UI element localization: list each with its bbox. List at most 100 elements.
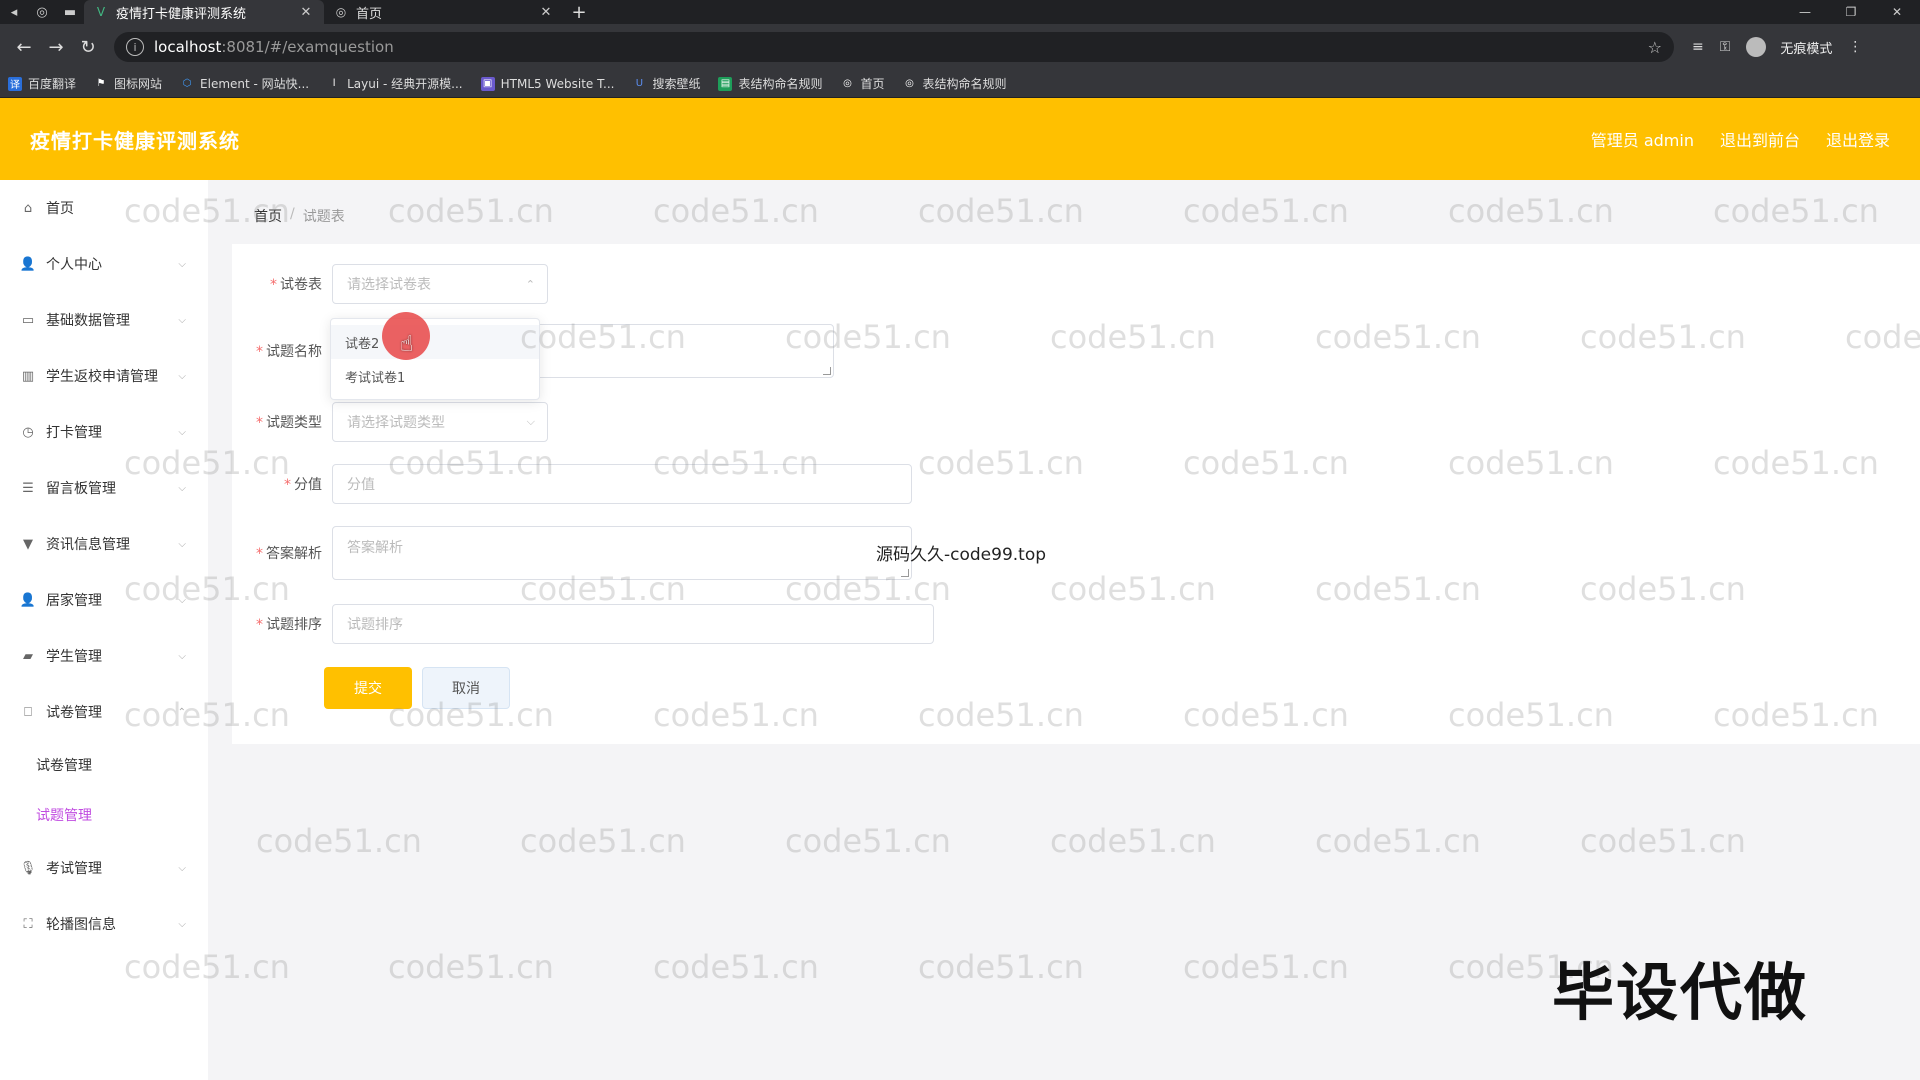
database-icon: ▭	[21, 312, 35, 328]
order-input[interactable]: 试题排序	[332, 604, 934, 644]
watermark-text: code51.cn	[256, 822, 422, 860]
bookmark-item[interactable]: ▣ HTML5 Website T...	[480, 76, 614, 91]
menu-icon[interactable]: ⋮	[1848, 39, 1862, 55]
field-label: * 试题名称	[256, 344, 322, 360]
bookmark-item[interactable]: ▤ 表结构命名规则	[718, 75, 822, 92]
watermark-text: code51.cn	[653, 948, 819, 986]
incognito-label: 无痕模式	[1780, 41, 1833, 57]
url-path: :8081/#/examquestion	[221, 38, 394, 56]
close-tab-icon[interactable]: ✕	[538, 5, 554, 20]
watermark-text: code51.cn	[1448, 192, 1614, 230]
sidebar-item-papers[interactable]: ⎕ 试卷管理 ⌃	[0, 684, 208, 740]
chevron-down-icon: ⌵	[178, 426, 186, 438]
mute-icon[interactable]: ◂	[0, 0, 28, 24]
reading-list-icon[interactable]: ≡	[1692, 39, 1704, 55]
home-icon: ⌂	[23, 200, 33, 216]
sidebar-item-return-apply[interactable]: ▥ 学生返校申请管理 ⌵	[0, 348, 208, 404]
sidebar-item-home[interactable]: ⌂ 首页	[0, 180, 208, 236]
reload-icon[interactable]: ↻	[72, 31, 104, 63]
breadcrumb: 首页 / 试题表	[254, 206, 345, 226]
sidebar-item-news[interactable]: ▼ 资讯信息管理 ⌵	[0, 516, 208, 572]
restore-icon[interactable]: ❐	[1828, 0, 1874, 24]
globe-icon[interactable]: ◎	[28, 0, 56, 24]
paper-icon: ⎕	[24, 704, 32, 720]
close-window-icon[interactable]: ✕	[1874, 0, 1920, 24]
browser-tab-active[interactable]: V 疫情打卡健康评测系统 ✕	[84, 0, 324, 24]
image-icon: ⛶	[23, 916, 33, 932]
to-front-link[interactable]: 退出到前台	[1720, 127, 1800, 151]
form-row-type: * 试题类型 请选择试题类型 ⌵	[236, 402, 548, 442]
key-icon[interactable]: ⚿	[1720, 39, 1731, 55]
chevron-down-icon: ⌵	[178, 594, 186, 606]
chevron-down-icon: ⌵	[178, 314, 186, 326]
bookmark-item[interactable]: ⚑ 图标网站	[94, 75, 163, 92]
field-label: * 试题类型	[256, 415, 322, 431]
chevron-up-icon: ⌃	[525, 277, 535, 291]
sidebar-item-carousel[interactable]: ⛶ 轮播图信息 ⌵	[0, 896, 208, 952]
browser-toolbar: ← → ↻ i localhost:8081/#/examquestion ☆ …	[0, 24, 1920, 70]
layui-icon: l	[332, 78, 336, 89]
hand-cursor-icon: ☝	[400, 332, 414, 357]
dropdown-option[interactable]: 考试试卷1	[331, 359, 539, 393]
question-type-select[interactable]: 请选择试题类型 ⌵	[332, 402, 548, 442]
resize-handle[interactable]	[901, 569, 909, 577]
back-icon[interactable]: ←	[8, 31, 40, 63]
close-tab-icon[interactable]: ✕	[298, 5, 314, 20]
app-header: 疫情打卡健康评测系统 管理员 admin 退出到前台 退出登录	[0, 98, 1920, 180]
sidebar-item-basic-data[interactable]: ▭ 基础数据管理 ⌵	[0, 292, 208, 348]
paper-dropdown: 试卷2 考试试卷1	[330, 318, 540, 400]
bookmark-item[interactable]: ◎ 首页	[840, 75, 884, 92]
dropdown-option[interactable]: 试卷2	[331, 325, 539, 359]
element-icon: ⬡	[182, 78, 192, 89]
sidebar-subitem-paper-manage[interactable]: 试卷管理	[0, 740, 208, 790]
new-tab-icon[interactable]: +	[564, 2, 594, 23]
sidebar-item-home-quarantine[interactable]: 👤 居家管理 ⌵	[0, 572, 208, 628]
sidebar-subitem-question-manage[interactable]: 试题管理	[0, 790, 208, 840]
watermark-text: code51.cn	[388, 192, 554, 230]
user-icon: 👤	[19, 592, 37, 608]
bookmark-item[interactable]: ⬡ Element - 网站快...	[180, 75, 309, 92]
watermark-text: code51.cn	[1183, 192, 1349, 230]
info-icon[interactable]: i	[126, 38, 144, 56]
analysis-textarea[interactable]: 答案解析	[332, 526, 912, 580]
form-row-order: * 试题排序 试题排序	[236, 604, 934, 644]
bisheng-overlay: 毕设代做	[1552, 956, 1809, 1029]
score-input[interactable]: 分值	[332, 464, 912, 504]
paper-select[interactable]: 请选择试卷表 ⌃	[332, 264, 548, 304]
field-label: * 答案解析	[256, 546, 322, 562]
sidebar-item-exams[interactable]: 🎙 考试管理 ⌵	[0, 840, 208, 896]
field-label: * 试题排序	[256, 617, 322, 633]
resize-handle[interactable]	[823, 367, 831, 375]
forward-icon[interactable]: →	[40, 31, 72, 63]
star-icon[interactable]: ☆	[1648, 38, 1662, 57]
window-controls: — ❐ ✕	[1782, 0, 1920, 24]
sidebar-item-checkin[interactable]: ◷ 打卡管理 ⌵	[0, 404, 208, 460]
mic-icon: 🎙	[19, 860, 37, 876]
logout-link[interactable]: 退出登录	[1826, 127, 1890, 151]
watermark-text: code51.cn	[1183, 948, 1349, 986]
window-icon[interactable]: ▬	[56, 0, 84, 24]
sidebar-item-profile[interactable]: 👤 个人中心 ⌵	[0, 236, 208, 292]
clock-icon: ◷	[22, 424, 34, 440]
minimize-icon[interactable]: —	[1782, 0, 1828, 24]
bookmark-item[interactable]: l Layui - 经典开源模...	[327, 75, 463, 92]
browser-tab[interactable]: ◎ 首页 ✕	[324, 0, 564, 24]
breadcrumb-home[interactable]: 首页	[254, 206, 282, 226]
sidebar-item-message-board[interactable]: ☰ 留言板管理 ⌵	[0, 460, 208, 516]
incognito-indicator[interactable]: 无痕模式	[1738, 37, 1840, 57]
bookmark-item[interactable]: ◎ 表结构命名规则	[903, 75, 1006, 92]
address-bar[interactable]: i localhost:8081/#/examquestion ☆	[114, 32, 1674, 62]
browser-tabstrip: ◂ ◎ ▬ V 疫情打卡健康评测系统 ✕ ◎ 首页 ✕ + — ❐ ✕	[0, 0, 1920, 24]
field-label: * 分值	[284, 477, 322, 493]
sidebar-item-students[interactable]: ▰ 学生管理 ⌵	[0, 628, 208, 684]
chevron-down-icon: ⌵	[178, 650, 186, 662]
cancel-button[interactable]: 取消	[422, 667, 510, 709]
form-row-paper: * 试卷表 请选择试卷表 ⌃	[250, 264, 548, 304]
chevron-down-icon: ⌵	[178, 538, 186, 550]
bookmark-item[interactable]: 译百度翻译	[8, 75, 76, 92]
bookmark-item[interactable]: U 搜索壁纸	[632, 75, 701, 92]
wallpaper-icon: U	[635, 78, 644, 89]
sheet-icon: ▤	[718, 76, 733, 91]
vue-logo-icon: V	[96, 5, 106, 19]
submit-button[interactable]: 提交	[324, 667, 412, 709]
